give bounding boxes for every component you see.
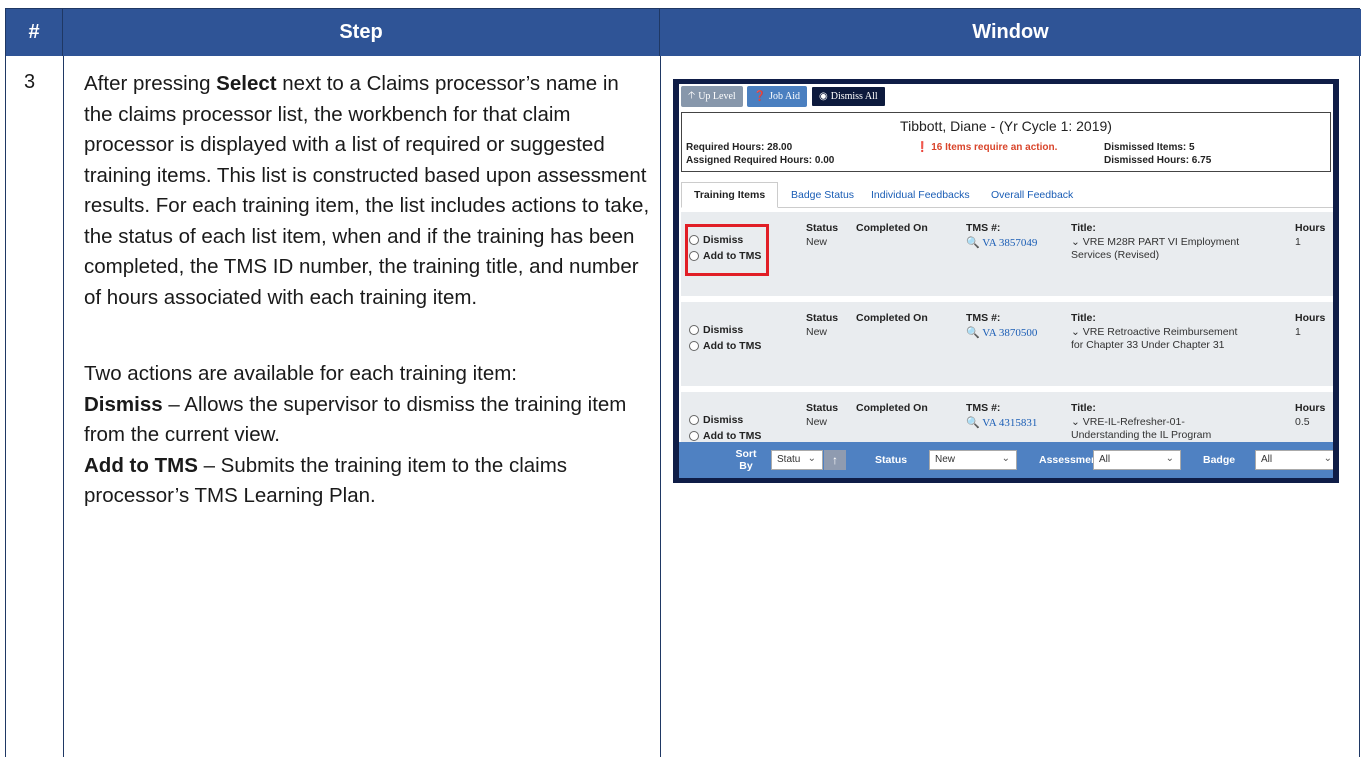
info-panel: Tibbott, Diane - (Yr Cycle 1: 2019) Requ…: [681, 112, 1331, 172]
tab-badge-status[interactable]: Badge Status: [791, 182, 854, 208]
highlight-box: [685, 224, 769, 276]
step-description: After pressing Select next to a Claims p…: [84, 69, 650, 512]
tms-link[interactable]: 🔍 VA 3857049: [966, 237, 1037, 249]
assessment-select[interactable]: All ⌄: [1093, 450, 1181, 470]
title-toggle[interactable]: ⌄ VRE-IL-Refresher-01-Understanding the …: [1071, 416, 1211, 441]
tms-link[interactable]: 🔍 VA 4315831: [966, 417, 1037, 429]
title-toggle[interactable]: ⌄ VRE Retroactive Reimbursement for Chap…: [1071, 326, 1237, 351]
status-cell: Status New: [806, 222, 839, 248]
header-step: Step: [63, 9, 660, 56]
chevron-down-icon: ⌄: [1165, 453, 1174, 464]
dismissed-hours: Dismissed Hours: 6.75: [1104, 155, 1212, 166]
window-screenshot: 🡡 Up Level ❓ Job Aid ◉ Dismiss All Tibbott,…: [673, 79, 1339, 483]
training-item: Dismiss Add to TMS Status New Completed O…: [681, 212, 1333, 296]
assessment-filter-label: Assessmen: [1039, 454, 1098, 466]
add-to-tms-radio[interactable]: Add to TMS: [689, 340, 761, 352]
completed-cell: Completed On: [856, 312, 928, 324]
up-level-button[interactable]: 🡡 Up Level: [681, 86, 743, 107]
dismiss-radio[interactable]: Dismiss: [689, 324, 743, 336]
tab-bar: Training Items Badge Status Individual F…: [681, 182, 1333, 208]
dismissed-items: Dismissed Items: 5: [1104, 142, 1195, 153]
arrow-up-icon: 🡡: [688, 90, 696, 101]
warning-icon: ❗: [916, 142, 929, 153]
status-filter-label: Status: [875, 454, 908, 466]
header-window: Window: [660, 9, 1361, 56]
tms-cell: TMS #: 🔍 VA 3857049: [966, 222, 1038, 249]
eye-slash-icon: ◉: [818, 91, 828, 102]
warning-text: ❗ 16 Items require an action.: [916, 142, 1058, 153]
question-icon: ❓: [753, 91, 767, 102]
chevron-down-icon: ⌄: [1071, 326, 1080, 338]
title-cell: Title: ⌄ VRE M28R PART VI Employment Serv…: [1071, 222, 1240, 261]
status-cell: Status New: [806, 312, 839, 338]
sort-select[interactable]: Statu ⌄: [771, 450, 823, 470]
badge-select[interactable]: All ⌄: [1255, 450, 1333, 470]
title-cell: Title: ⌄ VRE-IL-Refresher-01-Understandin…: [1071, 402, 1212, 441]
chevron-down-icon: ⌄: [807, 453, 816, 464]
radio-circle-icon: [689, 415, 699, 425]
dismiss-description: Dismiss – Allows the supervisor to dismi…: [84, 392, 627, 447]
dismiss-all-button[interactable]: ◉ Dismiss All: [810, 86, 886, 107]
dismiss-radio[interactable]: Dismiss: [689, 414, 743, 426]
job-aid-button[interactable]: ❓ Job Aid: [746, 86, 807, 107]
badge-filter-label: Badge: [1203, 454, 1236, 466]
tms-link[interactable]: 🔍 VA 3870500: [966, 327, 1037, 339]
status-select[interactable]: New ⌄: [929, 450, 1017, 470]
row-number: 3: [24, 71, 36, 93]
training-item: Dismiss Add to TMS Status New Completed O…: [681, 302, 1333, 386]
completed-cell: Completed On: [856, 222, 928, 234]
header-number: #: [6, 9, 63, 56]
radio-circle-icon: [689, 325, 699, 335]
chevron-down-icon: ⌄: [1323, 453, 1332, 464]
status-cell: Status New: [806, 402, 839, 428]
column-divider: [660, 56, 661, 757]
chevron-down-icon: ⌄: [1071, 236, 1080, 248]
add-to-tms-description: Add to TMS – Submits the training item t…: [84, 453, 568, 508]
select-keyword: Select: [216, 72, 277, 95]
chevron-down-icon: ⌄: [1071, 416, 1080, 428]
tab-individual-feedbacks[interactable]: Individual Feedbacks: [871, 182, 970, 208]
hours-cell: Hours 1: [1295, 312, 1326, 338]
assigned-hours: Assigned Required Hours: 0.00: [686, 155, 835, 166]
hours-cell: Hours 0.5: [1295, 402, 1326, 428]
radio-circle-icon: [689, 431, 699, 441]
required-hours: Required Hours: 28.00: [686, 142, 793, 153]
tab-overall-feedback[interactable]: Overall Feedback: [991, 182, 1073, 208]
hours-cell: Hours 1: [1295, 222, 1326, 248]
title-cell: Title: ⌄ VRE Retroactive Reimbursement fo…: [1071, 312, 1238, 351]
tms-cell: TMS #: 🔍 VA 4315831: [966, 402, 1038, 429]
person-title: Tibbott, Diane - (Yr Cycle 1: 2019): [900, 118, 1112, 134]
sort-direction-button[interactable]: ↑: [824, 450, 846, 470]
completed-cell: Completed On: [856, 402, 928, 414]
toolbar: 🡡 Up Level ❓ Job Aid ◉ Dismiss All: [681, 86, 886, 107]
title-toggle[interactable]: ⌄ VRE M28R PART VI Employment Services (…: [1071, 236, 1239, 261]
radio-circle-icon: [689, 341, 699, 351]
arrow-up-icon: ↑: [832, 453, 838, 467]
add-to-tms-radio[interactable]: Add to TMS: [689, 430, 761, 442]
filter-footer: Sort By Statu ⌄ ↑ Status New ⌄ Assessmen A…: [679, 442, 1333, 478]
sort-by-label: Sort By: [735, 448, 757, 472]
step-paragraph: After pressing Select next to a Claims p…: [84, 72, 650, 309]
chevron-down-icon: ⌄: [1001, 453, 1010, 464]
actions-intro: Two actions are available for each train…: [84, 362, 518, 385]
tms-cell: TMS #: 🔍 VA 3870500: [966, 312, 1038, 339]
column-divider: [63, 56, 64, 757]
tab-training-items[interactable]: Training Items: [681, 182, 779, 208]
